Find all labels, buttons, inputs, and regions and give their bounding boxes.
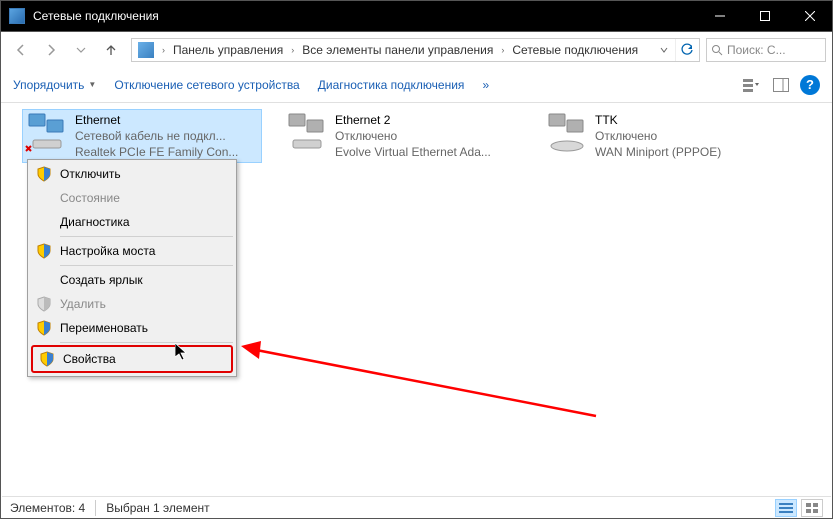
- ctx-label: Удалить: [60, 297, 106, 311]
- breadcrumb-item-2[interactable]: Сетевые подключения: [508, 39, 642, 61]
- nav-forward-button[interactable]: [37, 37, 65, 63]
- chevron-down-icon: [660, 46, 668, 54]
- breadcrumb-sep: ›: [289, 45, 296, 55]
- ctx-bridge[interactable]: Настройка моста: [30, 239, 234, 263]
- adapter-device: Realtek PCIe FE Family Con...: [75, 144, 238, 160]
- view-options-button[interactable]: [740, 74, 762, 96]
- network-adapter-icon: [25, 112, 69, 154]
- maximize-button[interactable]: [742, 1, 787, 31]
- address-expand-button[interactable]: [655, 46, 673, 54]
- adapter-item-ethernet[interactable]: Ethernet Сетевой кабель не подкл... Real…: [22, 109, 262, 163]
- arrow-right-icon: [43, 42, 59, 58]
- diagnose-label: Диагностика подключения: [318, 78, 465, 92]
- breadcrumb-sep: ›: [160, 45, 167, 55]
- pane-icon: [773, 78, 789, 92]
- preview-pane-button[interactable]: [770, 74, 792, 96]
- arrow-left-icon: [13, 42, 29, 58]
- list-icon: [779, 502, 793, 514]
- more-commands-button[interactable]: »: [482, 78, 489, 92]
- adapter-item-ttk[interactable]: TTK Отключено WAN Miniport (PPPOE): [542, 109, 752, 163]
- adapter-device: WAN Miniport (PPPOE): [595, 144, 721, 160]
- ctx-disable[interactable]: Отключить: [30, 162, 234, 186]
- ctx-rename[interactable]: Переименовать: [30, 316, 234, 340]
- disable-device-button[interactable]: Отключение сетевого устройства: [114, 78, 299, 92]
- title-bar: Сетевые подключения: [1, 1, 832, 31]
- control-panel-icon: [138, 42, 154, 58]
- view-icon: [743, 78, 759, 92]
- ctx-label: Отключить: [60, 167, 121, 181]
- close-icon: [805, 11, 815, 21]
- adapter-name: TTK: [595, 112, 721, 128]
- view-details-button[interactable]: [775, 499, 797, 517]
- search-box[interactable]: Поиск: С...: [706, 38, 826, 62]
- ctx-status: Состояние: [30, 186, 234, 210]
- ctx-label: Создать ярлык: [60, 273, 143, 287]
- adapter-item-ethernet2[interactable]: Ethernet 2 Отключено Evolve Virtual Ethe…: [282, 109, 522, 163]
- app-icon: [9, 8, 25, 24]
- ctx-label: Настройка моста: [60, 244, 155, 258]
- grid-icon: [805, 502, 819, 514]
- ctx-separator: [60, 265, 233, 266]
- more-label: »: [482, 78, 489, 92]
- network-adapter-icon: [285, 112, 329, 154]
- minimize-button[interactable]: [697, 1, 742, 31]
- close-button[interactable]: [787, 1, 832, 31]
- context-menu: Отключить Состояние Диагностика Настройк…: [27, 159, 237, 377]
- adapter-name: Ethernet: [75, 112, 238, 128]
- ctx-shortcut[interactable]: Создать ярлык: [30, 268, 234, 292]
- address-bar[interactable]: › Панель управления › Все элементы панел…: [131, 38, 700, 62]
- status-item-count: Элементов: 4: [10, 501, 85, 515]
- ctx-separator: [60, 236, 233, 237]
- organize-label: Упорядочить: [13, 78, 84, 92]
- help-icon: ?: [806, 77, 814, 92]
- shield-icon: [36, 296, 52, 312]
- minimize-icon: [715, 11, 725, 21]
- ctx-diagnose[interactable]: Диагностика: [30, 210, 234, 234]
- status-bar: Элементов: 4 Выбран 1 элемент: [2, 496, 831, 518]
- adapter-status: Отключено: [335, 128, 491, 144]
- shield-icon: [36, 166, 52, 182]
- network-adapter-icon: [545, 112, 589, 154]
- disable-label: Отключение сетевого устройства: [114, 78, 299, 92]
- search-icon: [711, 44, 723, 56]
- adapter-device: Evolve Virtual Ethernet Ada...: [335, 144, 491, 160]
- organize-menu[interactable]: Упорядочить ▼: [13, 78, 96, 92]
- nav-up-button[interactable]: [97, 37, 125, 63]
- shield-icon: [39, 351, 55, 367]
- nav-back-button[interactable]: [7, 37, 35, 63]
- help-button[interactable]: ?: [800, 75, 820, 95]
- chevron-down-icon: [76, 45, 86, 55]
- diagnose-button[interactable]: Диагностика подключения: [318, 78, 465, 92]
- window-title: Сетевые подключения: [33, 9, 159, 23]
- chevron-down-icon: ▼: [88, 80, 96, 89]
- refresh-icon: [680, 43, 694, 57]
- command-bar: Упорядочить ▼ Отключение сетевого устрой…: [1, 67, 832, 103]
- shield-icon: [36, 320, 52, 336]
- breadcrumb-item-0[interactable]: Панель управления: [169, 39, 287, 61]
- breadcrumb-item-1[interactable]: Все элементы панели управления: [298, 39, 497, 61]
- ctx-label: Состояние: [60, 191, 120, 205]
- adapter-status: Отключено: [595, 128, 721, 144]
- status-divider: [95, 500, 96, 516]
- ctx-separator: [60, 342, 233, 343]
- adapter-status: Сетевой кабель не подкл...: [75, 128, 238, 144]
- search-placeholder: Поиск: С...: [727, 43, 786, 57]
- nav-bar: › Панель управления › Все элементы панел…: [1, 31, 832, 67]
- status-selected: Выбран 1 элемент: [106, 501, 209, 515]
- adapter-name: Ethernet 2: [335, 112, 491, 128]
- view-large-button[interactable]: [801, 499, 823, 517]
- shield-icon: [36, 243, 52, 259]
- nav-history-button[interactable]: [67, 37, 95, 63]
- ctx-label: Переименовать: [60, 321, 148, 335]
- ctx-properties[interactable]: Свойства: [31, 345, 233, 373]
- arrow-up-icon: [103, 42, 119, 58]
- breadcrumb-sep: ›: [499, 45, 506, 55]
- ctx-delete: Удалить: [30, 292, 234, 316]
- maximize-icon: [760, 11, 770, 21]
- refresh-button[interactable]: [675, 39, 697, 61]
- ctx-label: Свойства: [63, 352, 116, 366]
- ctx-label: Диагностика: [60, 215, 130, 229]
